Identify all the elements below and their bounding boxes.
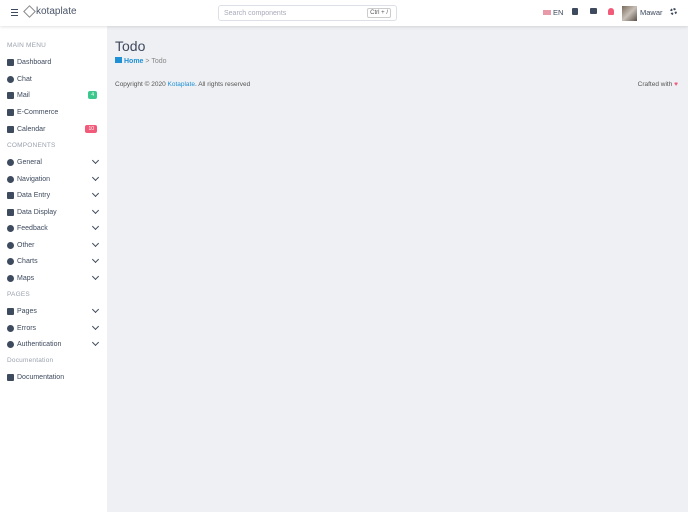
chevron-down-icon <box>91 156 100 165</box>
breadcrumb: Home > Todo <box>115 57 167 65</box>
label: Mail <box>17 91 30 99</box>
sidebar-item-documentation[interactable]: Documentation <box>7 371 100 383</box>
file-icon <box>7 307 14 315</box>
mail-icon[interactable] <box>590 8 597 14</box>
section-pages: PAGES <box>7 291 30 298</box>
chevron-down-icon <box>91 322 100 331</box>
crafted-label: Crafted with <box>637 81 673 88</box>
map-marker-icon <box>7 274 14 282</box>
chevron-down-icon <box>91 189 100 198</box>
copyright: Copyright © 2020 Kotaplate. All rights r… <box>115 81 250 88</box>
logo-icon <box>23 5 36 18</box>
label: Maps <box>17 274 35 282</box>
sidebar-item-dashboard[interactable]: Dashboard <box>7 56 100 68</box>
sidebar-item-navigation[interactable]: Navigation <box>7 173 100 185</box>
label: E-Commerce <box>17 108 59 116</box>
menu-icon[interactable] <box>11 9 18 16</box>
sidebar-item-data-display[interactable]: Data Display <box>7 206 100 218</box>
label: Charts <box>17 257 38 265</box>
calendar-badge: 10 <box>85 125 97 133</box>
label: Errors <box>17 324 37 332</box>
bell-icon[interactable] <box>608 8 614 15</box>
label: Dashboard <box>17 58 52 66</box>
language-label: EN <box>553 8 564 17</box>
sidebar-item-pages[interactable]: Pages <box>7 305 100 317</box>
chevron-down-icon <box>91 222 100 231</box>
crafted-with: Crafted with ♥ <box>638 81 678 88</box>
calendar-icon[interactable] <box>572 8 578 15</box>
chevron-down-icon <box>91 305 100 314</box>
label: Documentation <box>17 373 65 381</box>
label: Navigation <box>17 175 51 183</box>
info-icon <box>7 158 14 166</box>
sidebar-item-feedback[interactable]: Feedback <box>7 222 100 234</box>
sidebar-item-data-entry[interactable]: Data Entry <box>7 189 100 201</box>
language-selector[interactable]: EN <box>543 8 563 17</box>
sidebar-item-charts[interactable]: Charts <box>7 255 100 267</box>
breadcrumb-home[interactable]: Home <box>124 58 143 65</box>
cart-icon <box>7 108 14 116</box>
top-bar: kotaplate Search components Ctrl + / EN M… <box>0 0 688 26</box>
search-input[interactable]: Search components Ctrl + / <box>218 5 397 21</box>
search-placeholder: Search components <box>224 10 287 17</box>
chevron-down-icon <box>91 272 100 281</box>
label: Data Entry <box>17 191 51 199</box>
copyright-suffix: . All rights reserved <box>194 81 251 88</box>
chevron-down-icon <box>91 239 100 248</box>
sidebar-item-ecommerce[interactable]: E-Commerce <box>7 106 100 118</box>
label: Feedback <box>17 224 48 232</box>
user-shield-icon <box>7 340 14 348</box>
search-shortcut: Ctrl + / <box>367 8 391 18</box>
mail-badge: 4 <box>88 91 97 99</box>
sidebar-item-other[interactable]: Other <box>7 239 100 251</box>
section-components: COMPONENTS <box>7 142 56 149</box>
sidebar-item-mail[interactable]: Mail 4 <box>7 89 100 101</box>
logo[interactable]: kotaplate <box>23 5 77 18</box>
breadcrumb-separator: > <box>145 58 150 65</box>
chevron-down-icon <box>91 255 100 264</box>
sidebar-item-calendar[interactable]: Calendar 10 <box>7 123 100 135</box>
sidebar-item-authentication[interactable]: Authentication <box>7 338 100 350</box>
label: Data Display <box>17 208 57 216</box>
page-title: Todo <box>115 38 146 54</box>
sidebar-item-errors[interactable]: Errors <box>7 322 100 334</box>
comments-icon <box>7 224 14 232</box>
label: Pages <box>17 307 37 315</box>
gear-icon[interactable] <box>670 8 677 15</box>
pie-chart-icon <box>7 257 14 265</box>
section-main-menu: MAIN MENU <box>7 42 46 49</box>
chevron-down-icon <box>91 173 100 182</box>
heart-icon: ♥ <box>674 81 678 88</box>
section-documentation: Documentation <box>7 357 54 364</box>
mail-icon <box>7 91 14 99</box>
user-name[interactable]: Mawar <box>640 8 663 17</box>
breadcrumb-current: Todo <box>151 58 167 65</box>
book-icon <box>7 373 14 381</box>
chevron-down-icon <box>91 338 100 347</box>
flag-icon <box>543 10 551 15</box>
chat-icon <box>7 75 14 83</box>
sidebar: MAIN MENU Dashboard Chat Mail 4 E-Commerc… <box>0 26 107 512</box>
sidebar-item-maps[interactable]: Maps <box>7 272 100 284</box>
brand-link[interactable]: Kotaplate <box>168 81 195 88</box>
label: Authentication <box>17 340 62 348</box>
error-icon <box>7 324 14 332</box>
edit-icon <box>7 191 14 199</box>
home-icon <box>115 57 122 63</box>
sidebar-item-chat[interactable]: Chat <box>7 73 100 85</box>
copyright-prefix: Copyright © 2020 <box>115 81 166 88</box>
chart-line-icon <box>7 58 14 66</box>
chevron-down-icon <box>91 206 100 215</box>
avatar[interactable] <box>622 6 637 21</box>
sidebar-item-general[interactable]: General <box>7 156 100 168</box>
brand-name: kotaplate <box>36 6 77 17</box>
label: Chat <box>17 75 32 83</box>
label: Calendar <box>17 125 46 133</box>
desktop-icon <box>7 208 14 216</box>
calendar-icon <box>7 125 14 133</box>
compass-icon <box>7 175 14 183</box>
label: Other <box>17 241 35 249</box>
ellipsis-icon <box>7 241 14 249</box>
label: General <box>17 158 42 166</box>
